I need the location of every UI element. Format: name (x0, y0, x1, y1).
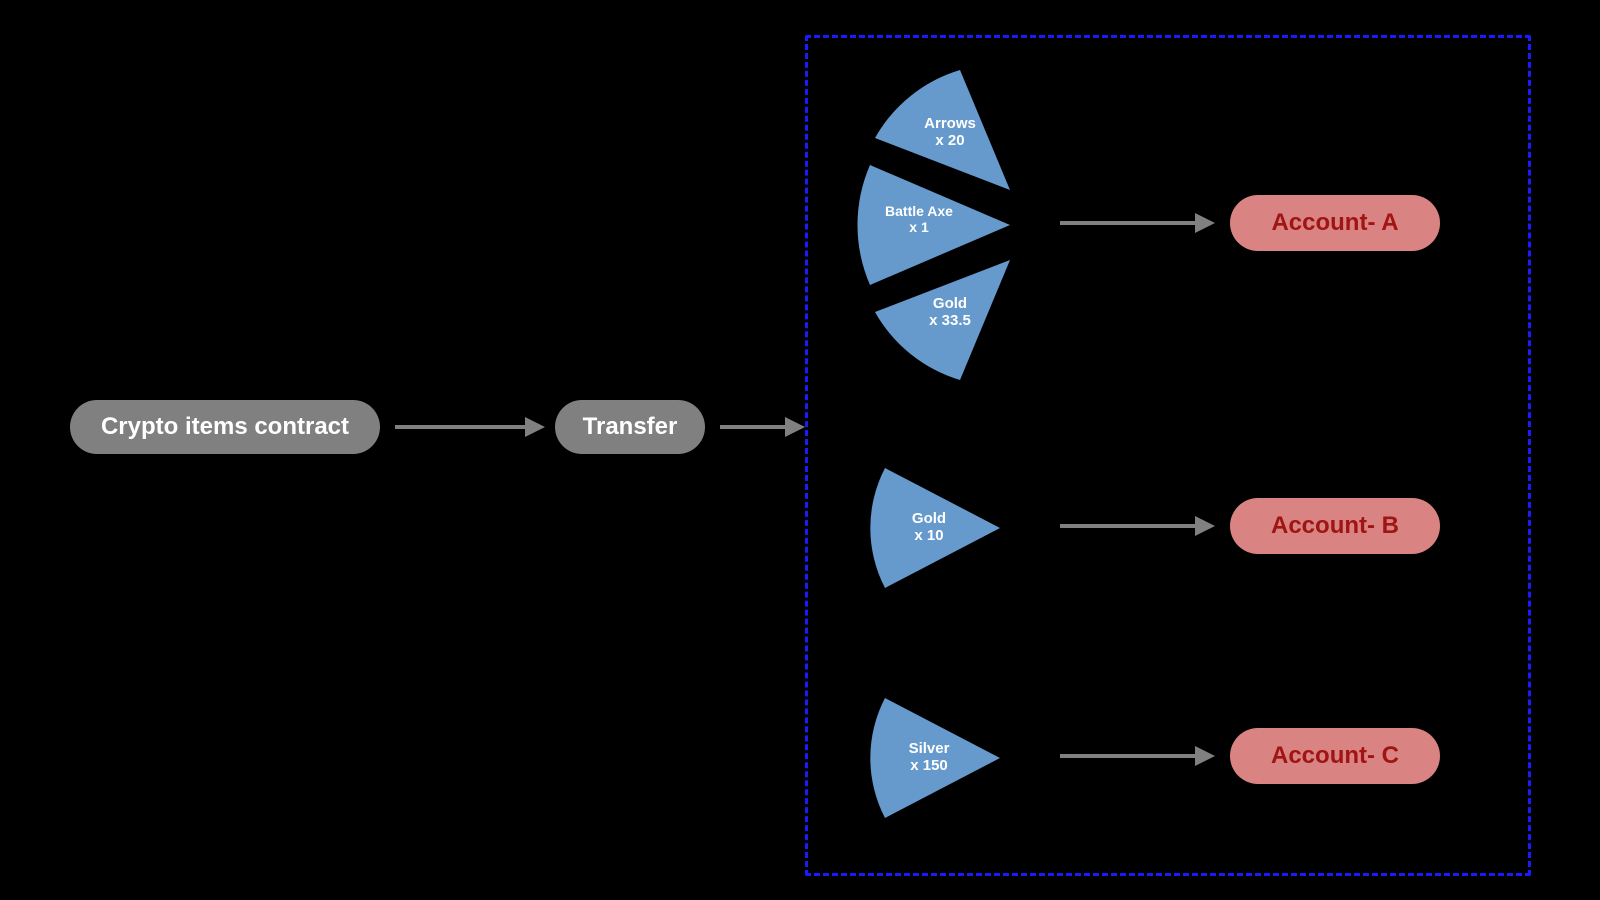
contract-node: Crypto items contract (70, 400, 380, 454)
account-c-label: Account- C (1271, 742, 1399, 770)
account-a-label: Account- A (1271, 209, 1398, 237)
account-b-label: Account- B (1271, 512, 1399, 540)
contract-label: Crypto items contract (101, 413, 349, 441)
wedge-gold-b: Gold x 10 (870, 468, 1000, 588)
wedge-arrows-name: Arrows (924, 115, 976, 132)
wedge-gold-a-name: Gold (933, 295, 967, 312)
wedge-arrows-qty: x 20 (935, 132, 964, 149)
wedge-silver-name: Silver (909, 740, 950, 757)
account-a-node: Account- A (1230, 195, 1440, 251)
diagram-canvas: Crypto items contract Transfer Account- … (0, 0, 1600, 900)
wedge-silver: Silver x 150 (870, 698, 1000, 818)
wedge-battleaxe-name: Battle Axe (885, 203, 953, 219)
transfer-node: Transfer (555, 400, 705, 454)
wedge-silver-qty: x 150 (910, 757, 948, 774)
wedge-gold-a-qty: x 33.5 (929, 312, 971, 329)
wedge-gold-a: Gold x 33.5 (870, 260, 1020, 380)
transfer-label: Transfer (583, 413, 678, 441)
account-c-node: Account- C (1230, 728, 1440, 784)
wedge-gold-b-name: Gold (912, 510, 946, 527)
account-b-node: Account- B (1230, 498, 1440, 554)
wedge-gold-b-qty: x 10 (914, 527, 943, 544)
wedge-battleaxe-qty: x 1 (909, 219, 928, 235)
